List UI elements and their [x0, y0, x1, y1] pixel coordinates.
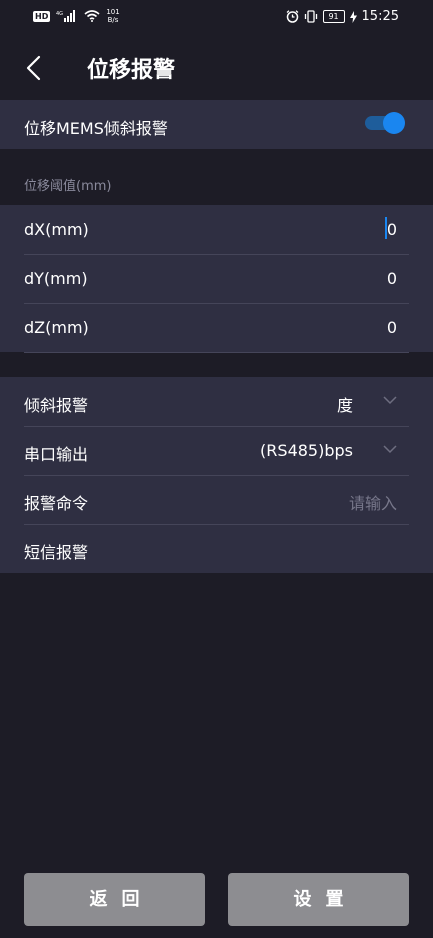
- top-bar: 位移报警: [0, 34, 433, 100]
- dx-label: dX(mm): [24, 220, 89, 239]
- serial-output-row[interactable]: 串口输出 (RS485)bps: [24, 426, 409, 476]
- status-bar: HD 4G 101 B/s 91 15:25: [0, 0, 433, 34]
- wifi-icon: [84, 10, 100, 22]
- dx-row: dX(mm) 0: [24, 205, 409, 255]
- tilt-alarm-label: 倾斜报警: [24, 396, 89, 415]
- set-button[interactable]: 设置: [228, 873, 409, 926]
- sms-alarm-row[interactable]: 短信报警: [24, 524, 409, 573]
- status-right: 91 15:25: [286, 9, 399, 24]
- dy-input[interactable]: 0: [387, 269, 397, 288]
- serial-output-value: (RS485)bps: [260, 441, 353, 460]
- alarm-command-input[interactable]: 请输入: [349, 490, 397, 514]
- net-speed: 101 B/s: [106, 8, 120, 24]
- clock: 15:25: [361, 9, 399, 24]
- sms-alarm-label: 短信报警: [24, 543, 89, 562]
- battery-icon: 91: [322, 10, 345, 23]
- alarm-clock-icon: [286, 10, 298, 23]
- settings-panel: 倾斜报警 度 串口输出 (RS485)bps 报警命令 请输入 短信报警: [0, 377, 433, 573]
- chevron-down-icon[interactable]: [383, 395, 397, 405]
- dz-row: dZ(mm) 0: [24, 303, 409, 353]
- mems-alarm-row: 位移MEMS倾斜报警: [24, 100, 409, 149]
- mems-alarm-toggle[interactable]: [365, 112, 405, 134]
- dx-input[interactable]: 0: [387, 220, 397, 239]
- tilt-alarm-value: 度: [336, 396, 353, 415]
- threshold-caption: 位移阈值(mm): [24, 179, 112, 194]
- svg-text:4G: 4G: [56, 11, 63, 17]
- charging-icon: [349, 10, 357, 23]
- threshold-panel: dX(mm) 0 dY(mm) 0 dZ(mm) 0: [0, 205, 433, 353]
- chevron-down-icon[interactable]: [383, 444, 397, 454]
- alarm-command-row: 报警命令 请输入: [24, 475, 409, 525]
- status-left: HD 4G 101 B/s: [33, 8, 120, 24]
- dy-label: dY(mm): [24, 269, 88, 288]
- page-title: 位移报警: [87, 58, 176, 83]
- signal-icon: 4G: [56, 10, 76, 22]
- alarm-command-label: 报警命令: [24, 494, 89, 513]
- hd-icon: HD: [33, 10, 51, 22]
- back-arrow-icon[interactable]: [22, 54, 46, 82]
- dz-input[interactable]: 0: [387, 318, 397, 337]
- dy-row: dY(mm) 0: [24, 254, 409, 304]
- mems-alarm-label: 位移MEMS倾斜报警: [24, 119, 168, 138]
- mems-alarm-panel: 位移MEMS倾斜报警: [0, 100, 433, 149]
- dz-label: dZ(mm): [24, 318, 89, 337]
- tilt-alarm-row[interactable]: 倾斜报警 度: [24, 377, 409, 427]
- vibrate-icon: [304, 10, 317, 23]
- serial-output-label: 串口输出: [24, 445, 89, 464]
- toggle-knob: [383, 112, 405, 134]
- back-button[interactable]: 返回: [24, 873, 205, 926]
- text-cursor: [385, 217, 387, 239]
